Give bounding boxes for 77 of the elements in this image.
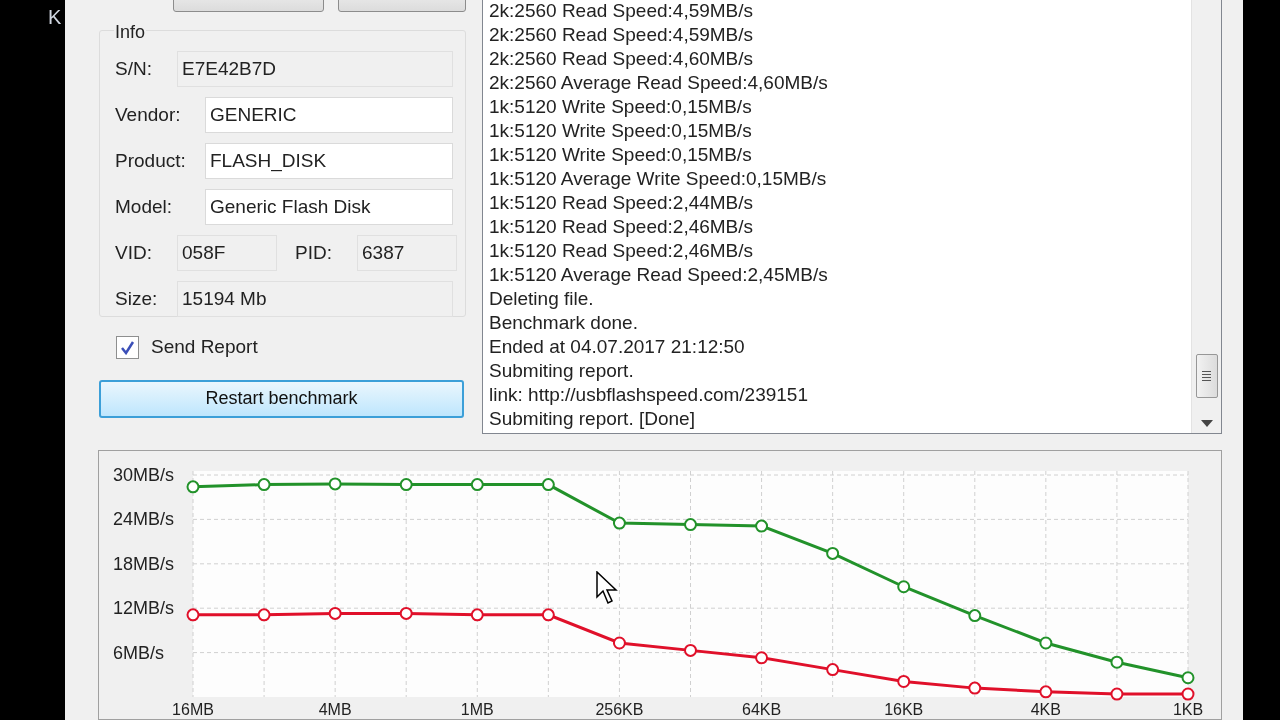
info-field[interactable]: FLASH_DISK <box>205 143 453 179</box>
x-axis-label: 16MB <box>172 701 214 718</box>
log-line: 1k:5120 Write Speed:0,15MB/s <box>489 119 752 143</box>
x-axis-label: 256KB <box>595 701 644 718</box>
info-field[interactable]: Generic Flash Disk <box>205 189 453 225</box>
log-line: Deleting file. <box>489 287 594 311</box>
send-report-label: Send Report <box>151 335 258 359</box>
y-axis-label: 18MB/s <box>113 553 175 574</box>
x-axis-label: 1KB <box>1172 701 1204 718</box>
data-point <box>470 608 484 622</box>
data-point <box>541 478 555 492</box>
data-point <box>328 606 342 620</box>
x-axis-label: 4MB <box>318 701 352 718</box>
data-point <box>612 636 626 650</box>
data-point <box>755 651 769 665</box>
data-point <box>684 518 697 532</box>
log-line: 1k:5120 Read Speed:2,46MB/s <box>489 239 754 263</box>
field-label: S/N: <box>115 56 153 81</box>
log-line: 1k:5120 Read Speed:2,44MB/s <box>489 191 754 215</box>
info-field[interactable]: 15194 Mb <box>177 281 453 317</box>
mouse-pointer-icon <box>596 571 620 605</box>
x-axis-label: 16KB <box>884 701 924 718</box>
field-label: Product: <box>115 148 187 173</box>
x-axis-label: 1MB <box>460 701 494 718</box>
log-line: Submiting report. [Done] <box>489 407 695 431</box>
data-point <box>328 477 342 491</box>
log-line: Benchmark done. <box>489 311 638 335</box>
field-label: Size: <box>115 286 159 311</box>
scroll-down-icon[interactable] <box>1200 420 1213 427</box>
data-point <box>684 643 697 657</box>
log-line: 1k:5120 Read Speed:2,46MB/s <box>489 215 754 239</box>
checkmark-icon <box>120 339 135 355</box>
info-field[interactable]: GENERIC <box>205 97 453 133</box>
data-point <box>541 608 555 622</box>
info-field[interactable]: E7E42B7D <box>177 51 453 87</box>
desktop-text: K <box>48 6 62 28</box>
field-label: Vendor: <box>115 102 182 127</box>
log-line: link: http://usbflashspeed.com/239151 <box>489 383 808 407</box>
y-axis-label: 24MB/s <box>113 509 175 530</box>
log-line: 1k:5120 Write Speed:0,15MB/s <box>489 95 752 119</box>
data-point <box>257 478 271 492</box>
data-point <box>826 546 840 560</box>
data-point <box>968 609 982 623</box>
x-axis-label: 64KB <box>742 701 782 718</box>
data-point <box>826 663 840 677</box>
y-axis-label: 12MB/s <box>113 598 175 619</box>
log-line: 1k:5120 Average Write Speed:0,15MB/s <box>489 167 827 191</box>
field-label: VID: <box>115 240 153 265</box>
log-line: 1k:5120 Write Speed:0,15MB/s <box>489 143 752 167</box>
data-point <box>755 519 769 533</box>
log-line: 2k:2560 Read Speed:4,59MB/s <box>489 0 754 23</box>
log-line: Ended at 04.07.2017 21:12:50 <box>489 335 745 359</box>
log-line: 1k:5120 Average Read Speed:2,45MB/s <box>489 263 828 287</box>
data-point <box>1039 636 1053 650</box>
log-line: Submiting report. <box>489 359 634 383</box>
data-point <box>897 674 911 688</box>
log-line: 2k:2560 Average Read Speed:4,60MB/s <box>489 71 828 95</box>
data-point <box>897 580 911 594</box>
field-label: Model: <box>115 194 174 219</box>
data-point <box>257 608 271 622</box>
info-field[interactable]: 6387 <box>357 235 457 271</box>
data-point <box>1110 655 1124 669</box>
data-point <box>399 478 413 492</box>
data-point <box>399 606 413 620</box>
log-line: 2k:2560 Read Speed:4,59MB/s <box>489 23 754 47</box>
send-report-checkbox[interactable] <box>116 335 139 359</box>
log-line: 2k:2560 Read Speed:4,60MB/s <box>489 47 754 71</box>
data-point <box>470 478 484 492</box>
y-axis-label: 30MB/s <box>113 465 175 485</box>
restart-benchmark-button[interactable]: Restart benchmark <box>99 379 464 418</box>
info-field[interactable]: 058F <box>177 235 277 271</box>
data-point <box>612 516 626 530</box>
field-label: PID: <box>295 240 333 265</box>
scrollbar[interactable] <box>1191 0 1221 433</box>
y-axis-label: 6MB/s <box>113 642 164 663</box>
scrollbar-thumb[interactable] <box>1195 354 1218 398</box>
x-axis-label: 4KB <box>1030 701 1061 718</box>
